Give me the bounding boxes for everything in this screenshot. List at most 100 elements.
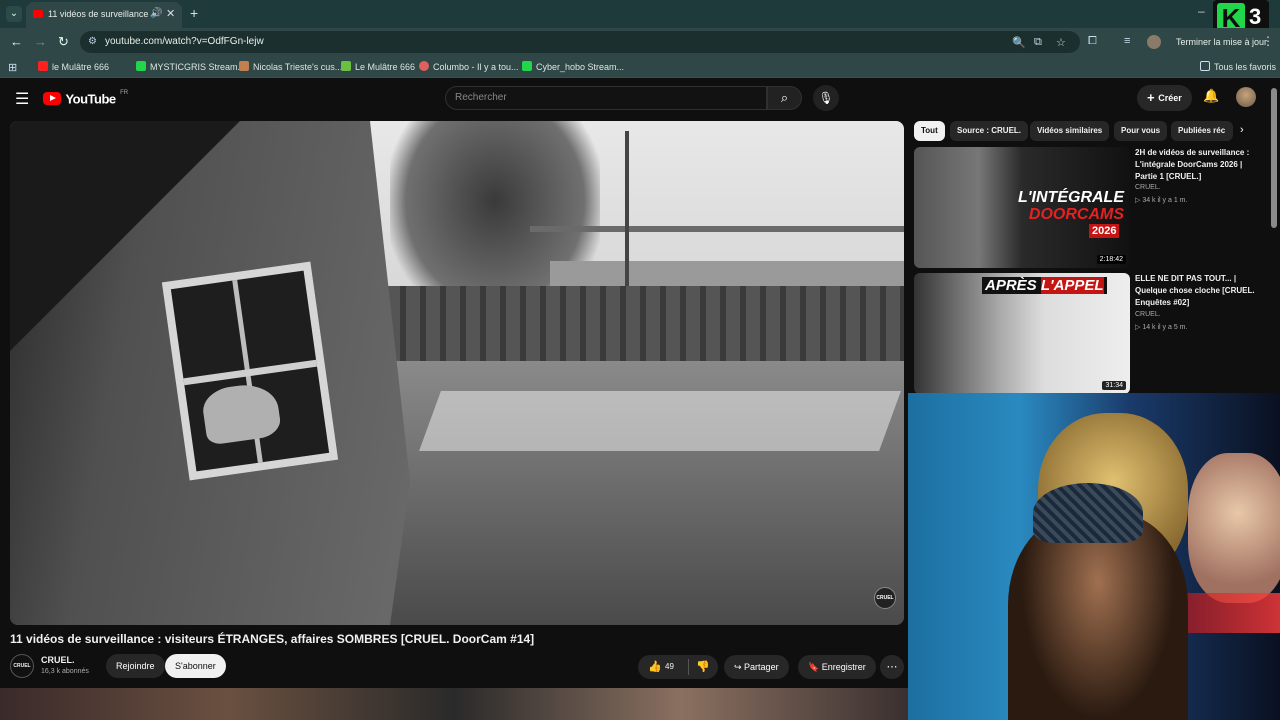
thumbnail-badge: 2026 xyxy=(1089,224,1120,238)
recommendation-meta-text: 34 k il y a 1 m. xyxy=(1142,197,1188,204)
join-button[interactable]: Rejoindre xyxy=(106,654,165,678)
recommendation-thumbnail[interactable]: APRÈS L'APPEL 31:34 xyxy=(914,273,1130,394)
thumbnail-line2: DOORCAMS xyxy=(1028,206,1124,223)
bookmark-item[interactable]: Le Mulâtre 666 xyxy=(341,61,415,72)
video-title: 11 vidéos de surveillance : visiteurs ÉT… xyxy=(10,632,535,646)
url-text[interactable]: youtube.com/watch?v=OdfFGn-lejw xyxy=(105,36,264,47)
video-duration: 31:34 xyxy=(1102,381,1126,390)
menu-hamburger-icon[interactable]: ☰ xyxy=(15,89,29,109)
browser-tab-active[interactable]: 11 vidéos de surveillance : v 🔊 ✕ xyxy=(26,2,182,28)
country-code: FR xyxy=(120,90,129,96)
like-divider xyxy=(688,659,689,675)
bookmark-item[interactable]: Columbo - Il y a tou... xyxy=(419,61,519,72)
create-button[interactable]: + Créer xyxy=(1137,85,1192,111)
search-input[interactable] xyxy=(455,92,755,103)
bookmarks-bar: ⊞ le Mulâtre 666 MYSTICGRIS Stream... Ni… xyxy=(0,56,1280,78)
youtube-favicon-icon xyxy=(33,10,43,18)
share-button[interactable]: ↪ Partager xyxy=(724,655,789,679)
recommendation-channel[interactable]: CRUEL. xyxy=(1135,311,1161,318)
webcam-bandana xyxy=(1033,483,1143,543)
bookmark-star-icon[interactable]: ☆ xyxy=(1056,36,1066,49)
back-arrow-icon[interactable]: ← xyxy=(10,34,23,49)
chevron-right-icon[interactable]: › xyxy=(1240,124,1244,136)
recommendation-meta: ▷ 14 k il y a 5 m. xyxy=(1135,323,1187,331)
all-bookmarks-folder[interactable]: Tous les favoris xyxy=(1200,61,1276,72)
channel-name[interactable]: CRUEL. xyxy=(41,655,75,665)
k3-number: 3 xyxy=(1249,4,1262,29)
tab-title: 11 vidéos de surveillance : v xyxy=(48,9,148,19)
plus-icon: + xyxy=(1147,90,1159,105)
recommendation-channel[interactable]: CRUEL. xyxy=(1135,184,1161,191)
channel-avatar[interactable]: CRUEL xyxy=(10,654,34,678)
webcam-portrait-painting xyxy=(1188,453,1280,603)
subscriber-count: 16,3 k abonnés xyxy=(41,668,89,675)
recommendation-meta: ▷ 34 k il y a 1 m. xyxy=(1135,196,1187,204)
like-dislike-group: 👍 49 👎 xyxy=(638,655,718,679)
more-options-icon[interactable]: ⋯ xyxy=(880,655,904,679)
video-frame-window xyxy=(161,261,339,481)
bookmark-item[interactable]: le Mulâtre 666 xyxy=(38,61,109,72)
video-frame-bridge xyxy=(530,226,904,232)
microphone-icon[interactable]: 🎙 xyxy=(813,85,839,111)
comments-preview-strip xyxy=(0,688,908,720)
minimize-icon[interactable]: – xyxy=(1198,4,1205,18)
notifications-bell-icon[interactable]: 🔔 xyxy=(1203,88,1219,104)
recommendation-title[interactable]: 2H de vidéos de surveillance : L'intégra… xyxy=(1135,147,1265,183)
bookmark-item[interactable]: Cyber_hobo Stream... xyxy=(522,61,624,72)
chip-source[interactable]: Source : CRUEL. xyxy=(950,121,1029,141)
save-label: Enregistrer xyxy=(821,662,866,672)
bookmark-icon: 🔖 xyxy=(808,662,822,672)
site-info-icon[interactable]: ⚙ xyxy=(88,36,97,47)
video-frame-sunlight xyxy=(419,391,901,451)
thumbnail-caption: L'INTÉGRALE DOORCAMS xyxy=(1014,189,1124,223)
thumbnail-caption: APRÈS L'APPEL xyxy=(982,277,1107,294)
create-label: Créer xyxy=(1158,93,1182,103)
video-player[interactable]: CRUEL xyxy=(10,121,904,625)
install-app-icon[interactable]: ⧉ xyxy=(1034,36,1042,49)
browser-menu-icon[interactable]: ⋮ xyxy=(1262,34,1274,48)
channel-watermark[interactable]: CRUEL xyxy=(874,587,896,609)
address-bar[interactable]: ⚙ youtube.com/watch?v=OdfFGn-lejw 🔍 ⧉ ☆ xyxy=(80,31,1080,53)
bookmark-item[interactable]: MYSTICGRIS Stream... xyxy=(136,61,245,72)
browser-toolbar: ← → ↻ ⚙ youtube.com/watch?v=OdfFGn-lejw … xyxy=(0,28,1280,56)
chip-recent[interactable]: Publiées réc xyxy=(1171,121,1233,141)
bookmark-item[interactable]: Nicolas Trieste's cus... xyxy=(239,61,342,72)
recommendation-title[interactable]: ELLE NE DIT PAS TOUT... | Quelque chose … xyxy=(1135,273,1265,309)
reading-list-icon[interactable]: ≡ xyxy=(1124,35,1130,47)
subscribe-button[interactable]: S'abonner xyxy=(165,654,226,678)
reload-icon[interactable]: ↻ xyxy=(58,34,69,50)
tab-search-chevron-icon[interactable]: ⌄ xyxy=(6,6,22,22)
extensions-icon[interactable]: ⧠ xyxy=(1088,35,1097,48)
tab-close-icon[interactable]: ✕ xyxy=(166,7,175,20)
save-button[interactable]: 🔖 Enregistrer xyxy=(798,655,876,679)
thumbnail-line1: L'INTÉGRALE xyxy=(1017,189,1124,206)
youtube-logo[interactable]: YouTube FR xyxy=(43,90,128,108)
recommendation-meta-text: 14 k il y a 5 m. xyxy=(1142,324,1188,331)
webcam-red-light xyxy=(1178,593,1280,633)
youtube-play-icon xyxy=(43,92,61,106)
video-duration: 2:18:42 xyxy=(1096,255,1126,264)
page-scrollbar[interactable] xyxy=(1271,88,1277,228)
apps-grid-icon[interactable]: ⊞ xyxy=(8,61,17,74)
window-figure xyxy=(200,380,283,446)
zoom-icon[interactable]: 🔍 xyxy=(1012,36,1026,49)
thumbnail-line2: L'APPEL xyxy=(1040,277,1104,294)
profile-avatar-icon[interactable] xyxy=(1147,35,1161,49)
new-tab-plus-icon[interactable]: + xyxy=(190,5,198,21)
dislike-thumb-icon[interactable]: 👎 xyxy=(696,660,710,673)
webcam-streamer xyxy=(1008,513,1188,720)
like-thumb-icon[interactable]: 👍 xyxy=(648,660,662,673)
chip-similar[interactable]: Vidéos similaires xyxy=(1030,121,1110,141)
update-button[interactable]: Terminer la mise à jour xyxy=(1170,32,1273,52)
share-label: Partager xyxy=(744,662,779,672)
browser-tab-bar: ⌄ 11 vidéos de surveillance : v 🔊 ✕ + – xyxy=(0,0,1280,28)
like-count: 49 xyxy=(665,662,674,671)
audio-playing-icon[interactable]: 🔊 xyxy=(150,8,162,19)
share-arrow-icon: ↪ xyxy=(734,662,745,672)
chip-for-you[interactable]: Pour vous xyxy=(1114,121,1168,141)
chip-all[interactable]: Tout xyxy=(914,121,945,141)
recommendation-thumbnail[interactable]: L'INTÉGRALE DOORCAMS 2026 2:18:42 xyxy=(914,147,1130,268)
forward-arrow-icon[interactable]: → xyxy=(34,34,47,49)
search-icon[interactable]: ⌕ xyxy=(767,86,802,110)
account-avatar[interactable] xyxy=(1236,87,1256,107)
